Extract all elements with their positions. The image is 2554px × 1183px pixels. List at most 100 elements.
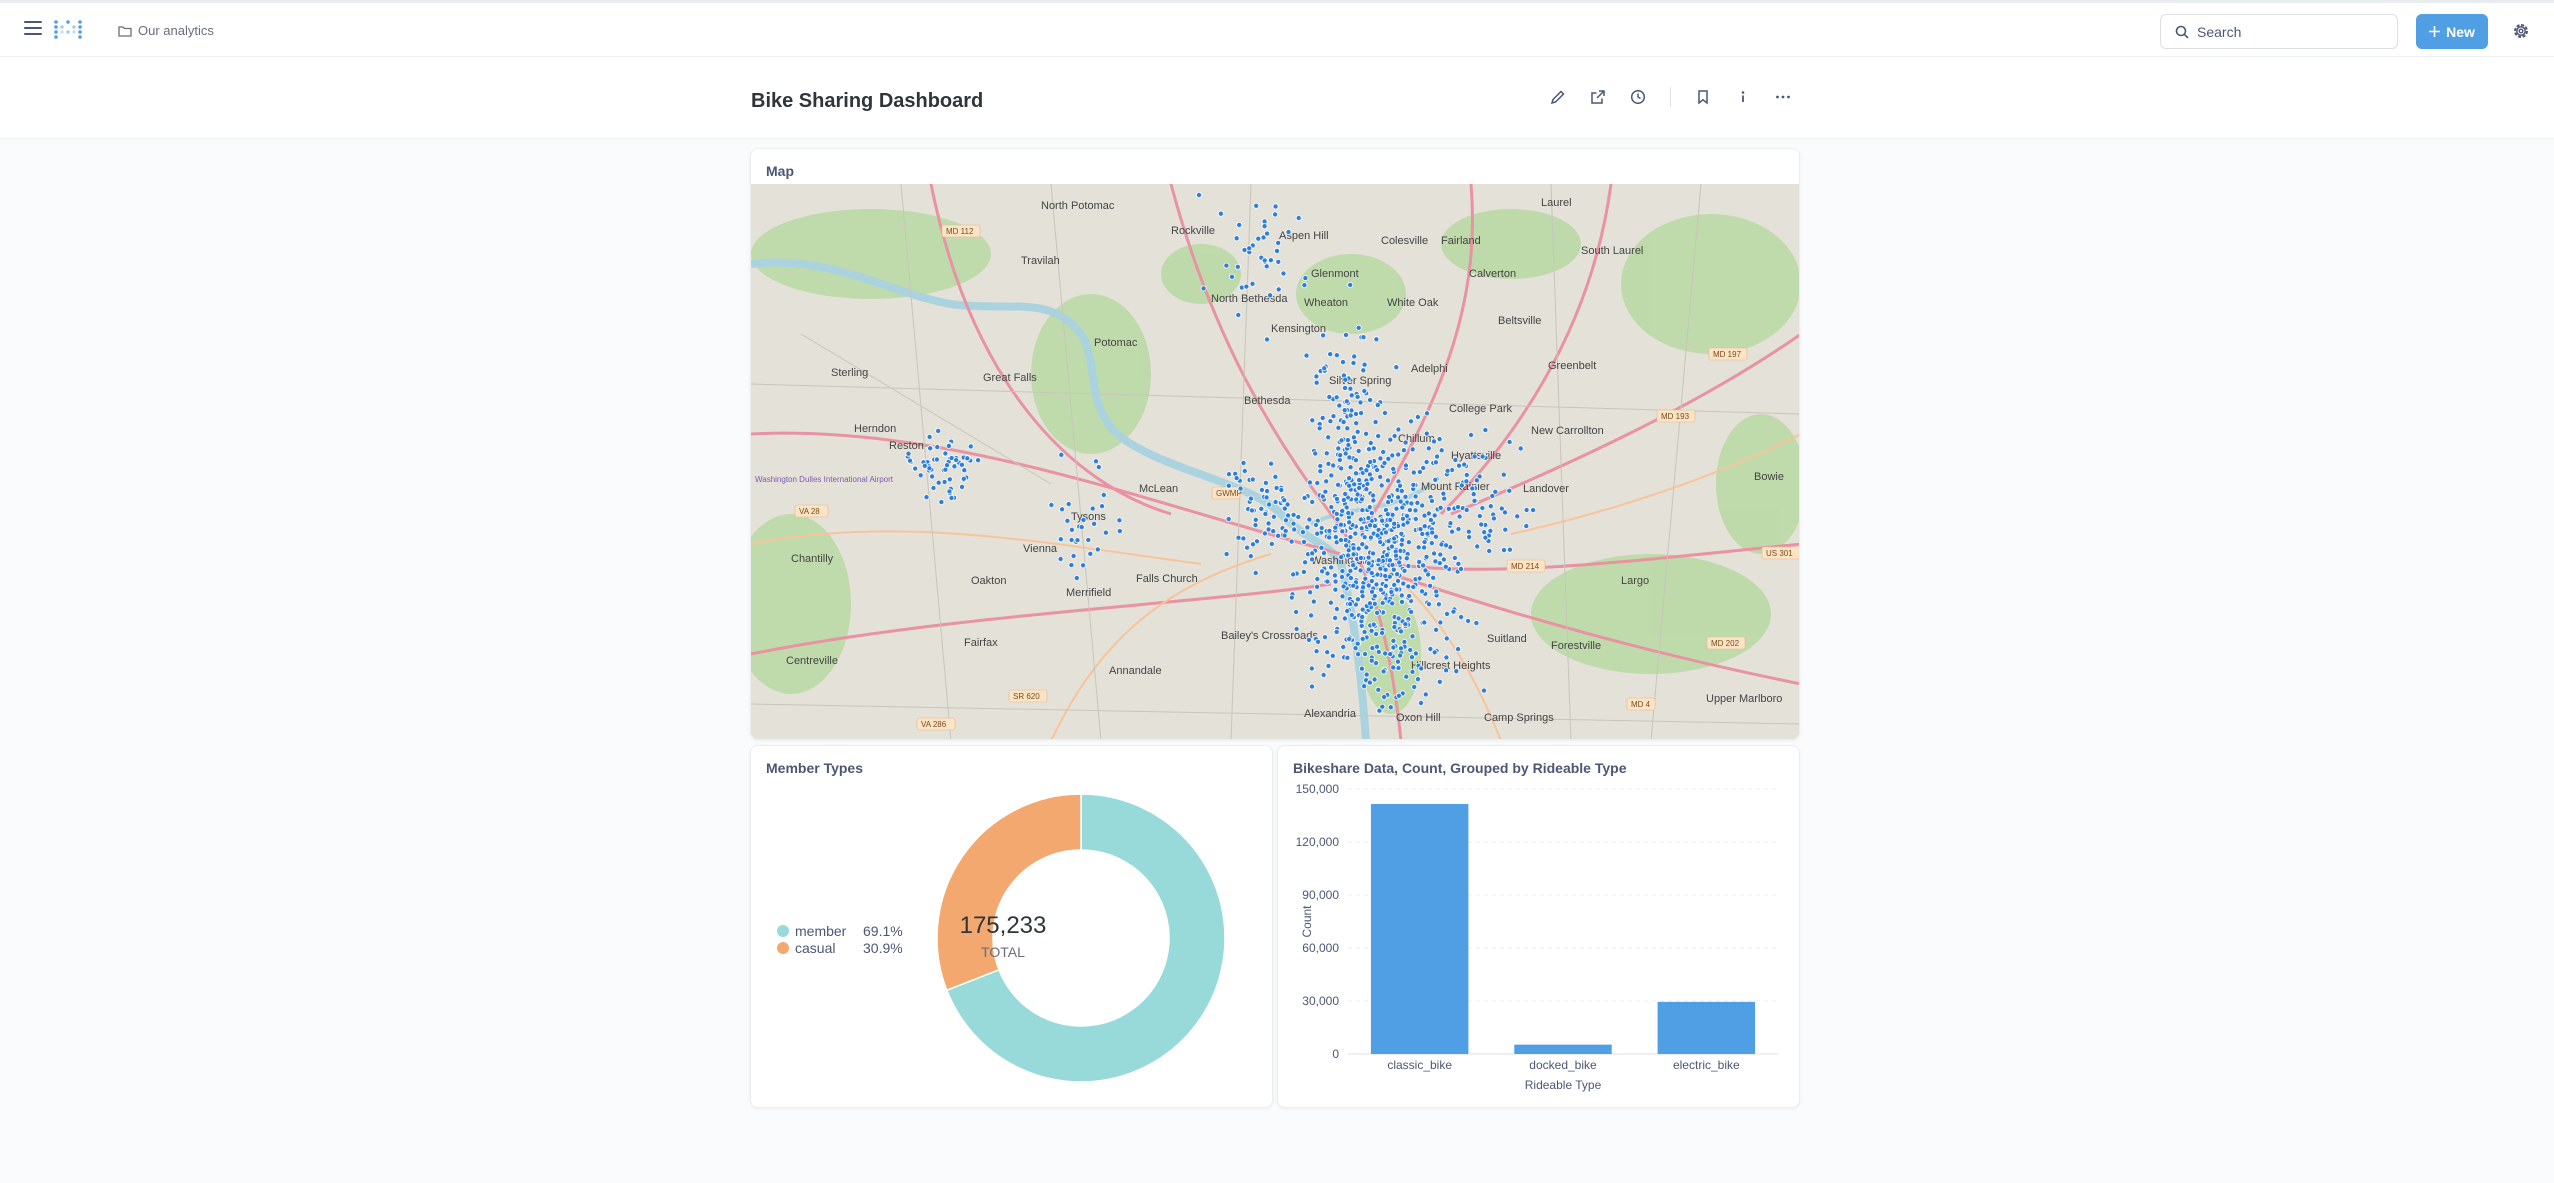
- map-pin-dot[interactable]: [1425, 510, 1432, 517]
- map-pin-dot[interactable]: [1385, 499, 1392, 506]
- map-pin-dot[interactable]: [1377, 586, 1384, 593]
- map-pin-dot[interactable]: [1426, 601, 1433, 608]
- map-pin-dot[interactable]: [1490, 515, 1497, 522]
- map-pin-dot[interactable]: [1403, 555, 1410, 562]
- map-pin-dot[interactable]: [1374, 609, 1381, 616]
- more-icon[interactable]: [1773, 87, 1793, 107]
- map-pin-dot[interactable]: [1361, 534, 1368, 541]
- map-pin-dot[interactable]: [1398, 592, 1405, 599]
- map-pin-dot[interactable]: [1306, 636, 1313, 643]
- map-pin-dot[interactable]: [1346, 482, 1353, 489]
- map-pin-dot[interactable]: [1293, 625, 1300, 632]
- map-pin-dot[interactable]: [1262, 510, 1269, 517]
- map-pin-dot[interactable]: [1346, 635, 1353, 642]
- map-pin-dot[interactable]: [1335, 445, 1342, 452]
- map-pin-dot[interactable]: [1389, 600, 1396, 607]
- map-pin-dot[interactable]: [1225, 516, 1232, 523]
- map-pin-dot[interactable]: [1363, 544, 1370, 551]
- map-pin-dot[interactable]: [1274, 247, 1281, 254]
- map-pin-dot[interactable]: [1502, 526, 1509, 533]
- map-pin-dot[interactable]: [1381, 460, 1388, 467]
- map-pin-dot[interactable]: [1080, 562, 1087, 569]
- map-pin-dot[interactable]: [1319, 568, 1326, 575]
- map-pin-dot[interactable]: [1357, 567, 1364, 574]
- map-pin-dot[interactable]: [1355, 447, 1362, 454]
- map-pin-dot[interactable]: [1421, 619, 1428, 626]
- map-pin-dot[interactable]: [1309, 556, 1316, 563]
- map-pin-dot[interactable]: [1357, 399, 1364, 406]
- map-pin-dot[interactable]: [1379, 517, 1386, 524]
- map-pin-dot[interactable]: [1327, 351, 1334, 358]
- map-pin-dot[interactable]: [1390, 566, 1397, 573]
- map-pin-dot[interactable]: [1368, 570, 1375, 577]
- map-pin-dot[interactable]: [1363, 671, 1370, 678]
- map-pin-dot[interactable]: [1379, 703, 1386, 710]
- map-pin-dot[interactable]: [1344, 425, 1351, 432]
- map-pin-dot[interactable]: [1355, 651, 1362, 658]
- map-pin-dot[interactable]: [1395, 664, 1402, 671]
- gear-icon[interactable]: [2512, 22, 2530, 40]
- map-pin-dot[interactable]: [1354, 393, 1361, 400]
- map-pin-dot[interactable]: [1434, 453, 1441, 460]
- map-pin-dot[interactable]: [1396, 559, 1403, 566]
- map-pin-dot[interactable]: [1233, 235, 1240, 242]
- map-pin-dot[interactable]: [1419, 588, 1426, 595]
- map-pin-dot[interactable]: [1073, 575, 1080, 582]
- map-pin-dot[interactable]: [1502, 509, 1509, 516]
- map-pin-dot[interactable]: [1433, 588, 1440, 595]
- map-pin-dot[interactable]: [1332, 614, 1339, 621]
- map-pin-dot[interactable]: [1463, 471, 1470, 478]
- map-pin-dot[interactable]: [1337, 452, 1344, 459]
- map-pin-dot[interactable]: [1451, 554, 1458, 561]
- map-pin-dot[interactable]: [1317, 468, 1324, 475]
- map-pin-dot[interactable]: [1411, 683, 1418, 690]
- map-pin-dot[interactable]: [1408, 500, 1415, 507]
- map-pin-dot[interactable]: [1332, 578, 1339, 585]
- map-pin-dot[interactable]: [1523, 506, 1530, 513]
- map-pin-dot[interactable]: [1500, 471, 1507, 478]
- map-pin-dot[interactable]: [1338, 465, 1345, 472]
- map-pin-dot[interactable]: [1443, 542, 1450, 549]
- map-pin-dot[interactable]: [1233, 475, 1240, 482]
- map-pin-dot[interactable]: [1234, 263, 1241, 270]
- map-pin-dot[interactable]: [951, 463, 958, 470]
- map-pin-dot[interactable]: [1249, 280, 1256, 287]
- map-pin-dot[interactable]: [1352, 530, 1359, 537]
- map-pin-dot[interactable]: [1348, 392, 1355, 399]
- map-pin-dot[interactable]: [1347, 534, 1354, 541]
- map-pin-dot[interactable]: [1440, 490, 1447, 497]
- map-pin-dot[interactable]: [1365, 560, 1372, 567]
- map-pin-dot[interactable]: [1313, 379, 1320, 386]
- map-pin-dot[interactable]: [1325, 434, 1332, 441]
- map-pin-dot[interactable]: [1309, 498, 1316, 505]
- map-pin-dot[interactable]: [1347, 385, 1354, 392]
- map-pin-dot[interactable]: [1359, 507, 1366, 514]
- map-pin-dot[interactable]: [1300, 568, 1307, 575]
- map-pin-dot[interactable]: [1314, 583, 1321, 590]
- map-pin-dot[interactable]: [1354, 596, 1361, 603]
- map-pin-dot[interactable]: [1237, 485, 1244, 492]
- map-pin-dot[interactable]: [1366, 600, 1373, 607]
- map-pin-dot[interactable]: [1449, 528, 1456, 535]
- map-pin-dot[interactable]: [1356, 484, 1363, 491]
- map-pin-dot[interactable]: [917, 472, 924, 479]
- map-pin-dot[interactable]: [1412, 507, 1419, 514]
- map-pin-dot[interactable]: [1322, 488, 1329, 495]
- map-pin-dot[interactable]: [1358, 410, 1365, 417]
- map-pin-dot[interactable]: [1455, 646, 1462, 653]
- map-pin-dot[interactable]: [938, 499, 945, 506]
- map-pin-dot[interactable]: [1471, 453, 1478, 460]
- map-pin-dot[interactable]: [1345, 552, 1352, 559]
- map-pin-dot[interactable]: [1352, 645, 1359, 652]
- map-pin-dot[interactable]: [1394, 658, 1401, 665]
- map-pin-dot[interactable]: [1261, 223, 1268, 230]
- map-pin-dot[interactable]: [945, 442, 952, 449]
- map-pin-dot[interactable]: [1393, 364, 1400, 371]
- map-pin-dot[interactable]: [1391, 535, 1398, 542]
- map-pin-dot[interactable]: [1410, 583, 1417, 590]
- map-pin-dot[interactable]: [1375, 557, 1382, 564]
- map-pin-dot[interactable]: [1366, 679, 1373, 686]
- map-pin-dot[interactable]: [1339, 593, 1346, 600]
- map-pin-dot[interactable]: [1302, 559, 1309, 566]
- map-pin-dot[interactable]: [1338, 554, 1345, 561]
